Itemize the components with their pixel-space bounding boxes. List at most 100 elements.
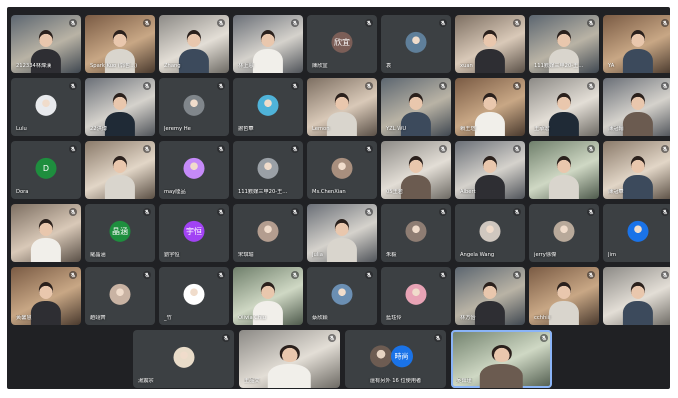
participant-avatar <box>35 94 57 116</box>
mic-off-icon <box>365 82 373 90</box>
participant-tile[interactable]: 吳茹瑾 <box>451 330 552 388</box>
participant-tile[interactable]: Angela Wang <box>455 204 525 262</box>
participant-name: Ms.ChenXian <box>312 189 346 195</box>
participant-tile[interactable]: YA <box>603 15 670 73</box>
participant-tile[interactable]: 謝哲華 <box>233 78 303 136</box>
participant-tile[interactable]: 111數媒三甲20-王... <box>529 15 599 73</box>
participant-tile[interactable]: Albert <box>455 141 525 199</box>
participant-tile[interactable]: may陸品 <box>159 141 229 199</box>
participant-tile[interactable]: Ms.ChenXian <box>307 141 377 199</box>
mic-off-icon <box>143 271 151 279</box>
participant-avatar: 宇恒 <box>183 220 205 242</box>
participant-tile[interactable]: Jim <box>603 204 670 262</box>
participant-avatar <box>257 220 279 242</box>
participant-avatar <box>405 220 427 242</box>
participant-name: Dora <box>16 189 29 195</box>
participant-tile[interactable]: 王品文 <box>239 330 340 388</box>
participant-tile[interactable]: 湯震宗 <box>133 330 234 388</box>
participant-tile[interactable]: 05王若 <box>381 141 451 199</box>
participant-tile[interactable]: 賴王瑄 <box>455 78 525 136</box>
participant-tile[interactable]: D Dora <box>11 141 81 199</box>
participant-name: 謝哲華 <box>238 126 254 132</box>
participant-avatar <box>479 220 501 242</box>
participant-tile[interactable]: 黃馨慧 <box>11 267 81 325</box>
mic-off-icon <box>143 208 151 216</box>
mic-off-icon <box>69 145 77 153</box>
participant-tile[interactable]: 林方怡 <box>455 267 525 325</box>
participant-tile[interactable]: 宇恒劉宇恒 <box>159 204 229 262</box>
participant-avatar <box>405 31 427 53</box>
mic-off-icon <box>69 19 77 27</box>
participant-tile[interactable]: Spark Kuo (郭哲...) <box>85 15 155 73</box>
participant-name: 陳欣宜 <box>312 63 328 69</box>
participant-tile[interactable]: _竹 <box>159 267 229 325</box>
mic-off-icon <box>439 271 447 279</box>
participant-avatar <box>405 283 427 305</box>
participant-tile[interactable]: Lulu <box>11 78 81 136</box>
participant-video <box>30 217 62 262</box>
participant-tile[interactable]: 212334林煒漢 <box>11 15 81 73</box>
participant-tile[interactable]: Olivia Chiu <box>233 267 303 325</box>
mic-off-icon <box>69 271 77 279</box>
mic-off-icon <box>513 271 521 279</box>
participant-avatar <box>183 157 205 179</box>
participant-name: _竹 <box>164 315 172 321</box>
participant-tile[interactable] <box>11 204 81 262</box>
participant-tile[interactable]: 袁 <box>381 15 451 73</box>
participant-tile[interactable]: Lemon <box>307 78 377 136</box>
participant-tile[interactable]: YZL WU <box>381 78 451 136</box>
mic-off-icon <box>217 19 225 27</box>
participant-tile[interactable]: 趙翊齊 <box>85 267 155 325</box>
participant-tile[interactable]: Julia <box>307 204 377 262</box>
participant-avatar: D <box>35 157 57 179</box>
others-avatar <box>370 345 393 368</box>
participant-avatar <box>331 157 353 179</box>
mic-off-icon <box>217 271 225 279</box>
participant-name: 林方怡 <box>460 315 476 321</box>
participant-name: jerry徐傑 <box>534 252 557 258</box>
participant-tile[interactable]: 陳冠華 <box>603 141 670 199</box>
participant-name: Lulu <box>16 126 27 132</box>
participant-name: 陳冠翰 <box>608 126 624 132</box>
participant-name: 111數媒三甲20-王... <box>238 189 288 195</box>
mic-off-icon <box>291 82 299 90</box>
participant-tile[interactable]: 蔡欣穎 <box>307 267 377 325</box>
participant-tile[interactable]: 時尚 還有另外 16 位使用者 <box>345 330 446 388</box>
participant-name: 宋琪瑜 <box>238 252 254 258</box>
participant-tile[interactable]: 藍珏伶 <box>381 267 451 325</box>
participant-tile[interactable] <box>603 267 670 325</box>
participant-tile[interactable]: Zhang <box>159 15 229 73</box>
participant-tile[interactable] <box>529 141 599 199</box>
participant-tile[interactable]: 111數媒三甲20-王... <box>233 141 303 199</box>
participant-tile[interactable] <box>85 141 155 199</box>
participant-tile[interactable]: jerry徐傑 <box>529 204 599 262</box>
mic-off-icon <box>439 82 447 90</box>
mic-off-icon <box>143 19 151 27</box>
participant-tile[interactable]: 王承宏 <box>529 78 599 136</box>
mic-off-icon <box>513 82 521 90</box>
participant-tile[interactable]: 晶涵 羅晶涵 <box>85 204 155 262</box>
mic-off-icon <box>291 145 299 153</box>
participant-tile[interactable]: 欣宜陳欣宜 <box>307 15 377 73</box>
mic-off-icon <box>69 208 77 216</box>
mic-off-icon <box>513 19 521 27</box>
participant-avatar: 欣宜 <box>331 31 353 53</box>
mic-off-icon <box>217 82 225 90</box>
participant-name: 劉宇恒 <box>164 252 180 258</box>
participant-avatar <box>173 346 194 368</box>
meeting-grid: 212334林煒漢 Spark Kuo (郭哲...) Zhang 林上恩 欣宜 陳欣宜袁… <box>7 7 670 389</box>
participant-tile[interactable]: 宋琪瑜 <box>233 204 303 262</box>
participant-tile[interactable]: 22洪博 <box>85 78 155 136</box>
participant-name: 羅晶涵 <box>90 252 106 258</box>
participant-tile[interactable]: cchhiii <box>529 267 599 325</box>
participant-avatar <box>183 283 205 305</box>
mic-off-icon <box>661 19 669 27</box>
participant-name: Lemon <box>312 126 330 132</box>
participant-tile[interactable]: Jeremy He <box>159 78 229 136</box>
participant-tile[interactable]: xuan <box>455 15 525 73</box>
mic-off-icon <box>439 145 447 153</box>
participant-tile[interactable]: 朱毅 <box>381 204 451 262</box>
participant-name: Spark Kuo (郭哲...) <box>90 63 138 69</box>
participant-tile[interactable]: 林上恩 <box>233 15 303 73</box>
participant-tile[interactable]: 陳冠翰 <box>603 78 670 136</box>
